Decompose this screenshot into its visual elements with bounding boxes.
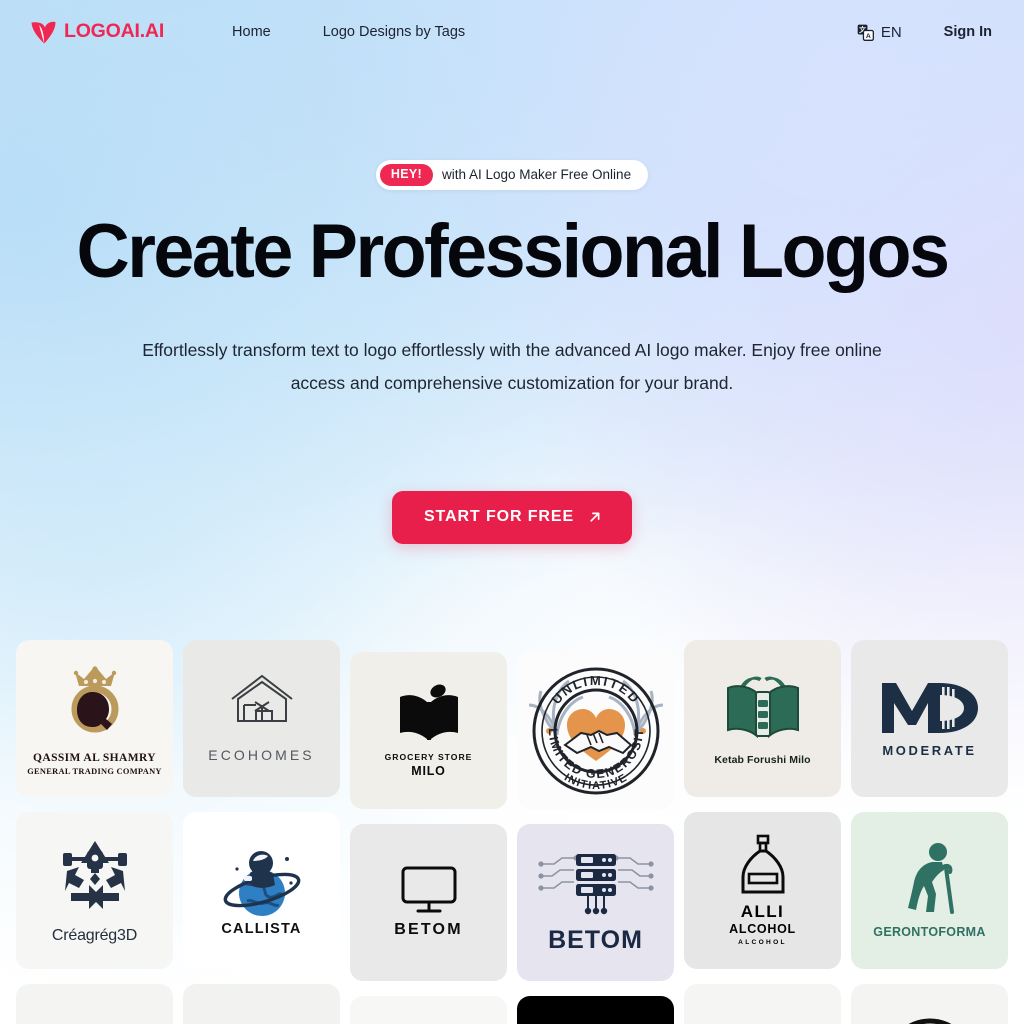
caption-line: ALCOHOL	[729, 922, 796, 937]
logo-caption: CALLISTA	[221, 920, 302, 937]
logo-card-creagreg3d[interactable]: Créagrég3D	[16, 812, 173, 969]
logo-card-gerontoforma[interactable]: GERONTOFORMA	[851, 812, 1008, 969]
monitor-icon	[400, 865, 458, 915]
logo-card-qassim-al-shamry[interactable]: QASSIM AL SHAMRY GENERAL TRADING COMPANY	[16, 640, 173, 797]
crown-q-monogram-icon	[51, 660, 139, 746]
circular-handshake-heart-palm-icon: UNLIMITED ULIMITED GENEROSITY INITIATIVE	[521, 657, 671, 805]
logo-caption: BETOM	[394, 921, 463, 939]
logo-caption: GERONTOFORMA	[873, 924, 986, 939]
logo-card-row3-c[interactable]	[350, 996, 507, 1024]
bottle-icon	[733, 834, 793, 898]
hero-badge-text: with AI Logo Maker Free Online	[441, 167, 632, 183]
language-label: EN	[880, 23, 902, 41]
start-for-free-button[interactable]: START FOR FREE	[391, 490, 633, 544]
logo-card-row3-d[interactable]	[517, 996, 674, 1024]
hero-subtitle: Effortlessly transform text to logo effo…	[142, 339, 882, 393]
logo-card-alli-alcohol[interactable]: ALLI ALCOHOL ALCOHOL	[684, 812, 841, 969]
svg-text:A: A	[866, 33, 871, 40]
logo-card-unlimited-generosity[interactable]: UNLIMITED ULIMITED GENEROSITY INITIATIVE	[517, 652, 674, 809]
gallery-column: GROCERY STORE MILO BETOM	[350, 640, 507, 1024]
logo-card-betom-servers[interactable]: BETOM	[517, 824, 674, 981]
caption-line: GENERAL TRADING COMPANY	[27, 766, 162, 776]
gallery-column: MODERATE GERONTOFORMA	[851, 640, 1008, 1024]
leaf-logo-icon	[31, 21, 56, 43]
caption-line: ALCOHOL	[738, 939, 787, 947]
logo-caption: BETOM	[548, 925, 643, 954]
sign-in-button[interactable]: Sign In	[944, 24, 992, 40]
logo-caption: Créagrég3D	[51, 927, 138, 945]
site-header: LOGOAI.AI Home Logo Designs by Tags 文 A …	[0, 0, 1024, 64]
primary-navigation: Home Logo Designs by Tags	[232, 24, 465, 40]
logo-caption: Ketab Forushi Milo	[714, 754, 811, 767]
hero-section: HEY! with AI Logo Maker Free Online Crea…	[0, 64, 1024, 544]
brand-logo[interactable]: LOGOAI.AI	[30, 20, 164, 45]
logo-card-ecohomes[interactable]: ECOHOMES	[183, 640, 340, 797]
caption-line: GROCERY STORE	[384, 751, 473, 762]
house-outline-icon	[228, 673, 296, 731]
caption-line: MILO	[411, 763, 446, 778]
brand-name: LOGOAI.AI	[64, 20, 165, 43]
logo-caption: QASSIM AL SHAMRY GENERAL TRADING COMPANY	[27, 752, 162, 776]
logo-caption: MODERATE	[882, 742, 977, 758]
logo-card-betom-monitor[interactable]: BETOM	[350, 824, 507, 981]
md-monogram-icon	[878, 679, 982, 737]
logo-card-row3-a[interactable]	[16, 984, 173, 1024]
cta-container: START FOR FREE	[0, 490, 1024, 544]
nav-link-logo-designs-by-tags[interactable]: Logo Designs by Tags	[323, 24, 465, 40]
caption-line: QASSIM AL SHAMRY	[33, 752, 156, 765]
logo-caption: ALLI ALCOHOL ALCOHOL	[729, 902, 796, 947]
page-title: Create Professional Logos	[76, 208, 951, 294]
gallery-column: Ketab Forushi Milo ALLI ALCOHOL ALCOHOL	[684, 640, 841, 1024]
logo-card-grocery-store-milo[interactable]: GROCERY STORE MILO	[350, 652, 507, 809]
gallery-column: QASSIM AL SHAMRY GENERAL TRADING COMPANY	[16, 640, 173, 1024]
arrow-up-right-icon	[590, 512, 600, 522]
logo-card-callista[interactable]: CALLISTA	[183, 812, 340, 969]
recycle-3d-printer-icon	[49, 835, 141, 919]
logo-gallery: QASSIM AL SHAMRY GENERAL TRADING COMPANY	[0, 640, 1024, 1024]
header-actions: 文 A EN Sign In	[857, 24, 992, 41]
open-book-icon	[392, 683, 466, 745]
logo-card-row3-f[interactable]	[851, 984, 1008, 1024]
logo-card-ketab-forushi-milo[interactable]: Ketab Forushi Milo	[684, 640, 841, 797]
logo-caption: ECOHOMES	[208, 747, 315, 764]
translate-icon: 文 A	[857, 24, 874, 41]
hero-badge-tag: HEY!	[379, 164, 433, 186]
page-root: LOGOAI.AI Home Logo Designs by Tags 文 A …	[0, 0, 1024, 1024]
logo-card-row3-e[interactable]	[684, 984, 841, 1024]
elderly-person-cane-icon	[898, 842, 962, 916]
circular-badge-icon	[884, 1017, 976, 1024]
server-circuit-icon	[536, 850, 656, 920]
astronaut-planet-icon	[217, 843, 307, 919]
gallery-column: UNLIMITED ULIMITED GENEROSITY INITIATIVE	[517, 640, 674, 1024]
hero-badge[interactable]: HEY! with AI Logo Maker Free Online	[375, 160, 649, 190]
caption-line: ALLI	[740, 902, 785, 922]
logo-card-moderate[interactable]: MODERATE	[851, 640, 1008, 797]
cta-label: START FOR FREE	[423, 507, 575, 525]
language-selector[interactable]: 文 A EN	[857, 24, 902, 41]
gallery-column: ECOHOMES CALLISTA	[183, 640, 340, 1024]
green-open-book-icon	[722, 670, 804, 744]
nav-link-home[interactable]: Home	[232, 24, 271, 40]
logo-card-row3-b[interactable]	[183, 984, 340, 1024]
logo-caption: GROCERY STORE MILO	[385, 752, 473, 779]
